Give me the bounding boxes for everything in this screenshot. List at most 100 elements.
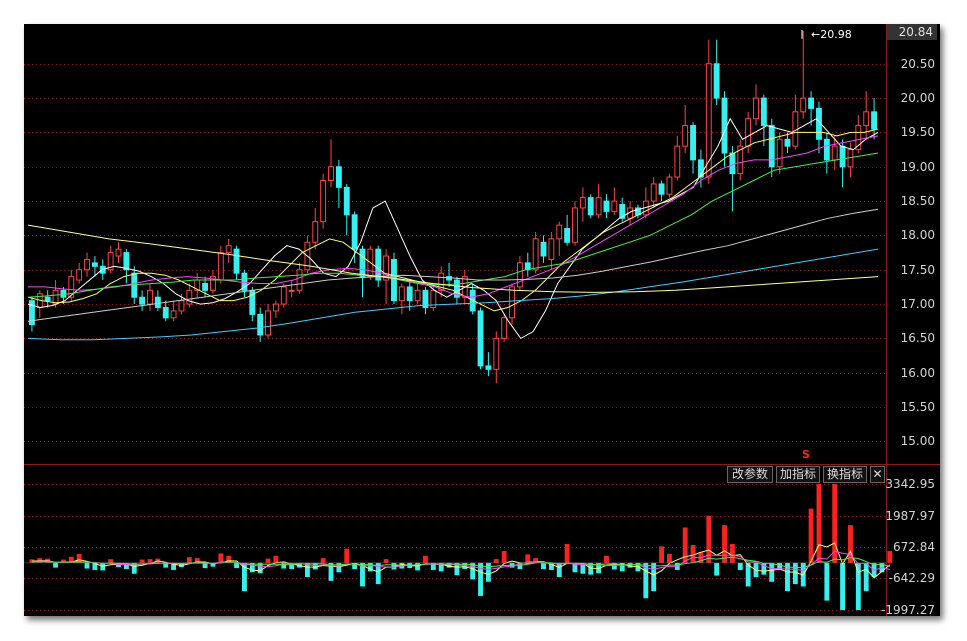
volume-bar bbox=[769, 562, 775, 582]
candle-body bbox=[658, 183, 665, 195]
volume-bar bbox=[556, 562, 562, 578]
candle-body bbox=[123, 252, 130, 271]
volume-bar bbox=[840, 562, 846, 611]
candle-body bbox=[359, 248, 366, 278]
candle-body bbox=[650, 183, 657, 202]
candle-body bbox=[808, 97, 815, 109]
volume-bar bbox=[139, 559, 145, 563]
volume-bar bbox=[792, 562, 798, 585]
volume-bar bbox=[855, 562, 861, 610]
volume-bar bbox=[714, 562, 720, 576]
volume-bar bbox=[659, 546, 665, 563]
candle-body bbox=[532, 238, 539, 271]
candle-body bbox=[170, 310, 177, 319]
candle-body bbox=[729, 152, 736, 175]
volume-bar bbox=[729, 543, 735, 563]
kline-chart[interactable] bbox=[24, 24, 940, 616]
volume-bar bbox=[84, 562, 90, 569]
candle-body bbox=[288, 289, 295, 292]
candle-body bbox=[44, 296, 51, 302]
candle-body bbox=[721, 97, 728, 154]
candle-body bbox=[202, 282, 209, 291]
candle-body bbox=[745, 118, 752, 147]
candle-body bbox=[564, 228, 571, 243]
candle-body bbox=[375, 248, 382, 281]
candle-body bbox=[800, 97, 807, 113]
ma-line-ma250 bbox=[27, 224, 879, 293]
candle-body bbox=[871, 111, 878, 130]
volume-bar bbox=[147, 559, 153, 563]
candle-body bbox=[839, 145, 846, 168]
candle-body bbox=[501, 317, 508, 339]
candle-body bbox=[823, 138, 830, 161]
volume-bar bbox=[824, 562, 830, 601]
candle-body bbox=[312, 221, 319, 243]
sell-signal-marker: S bbox=[802, 448, 810, 461]
volume-bar bbox=[320, 558, 326, 563]
candle-body bbox=[666, 176, 673, 195]
candle-body bbox=[328, 166, 334, 181]
candle-body bbox=[784, 138, 791, 147]
candle-body bbox=[76, 269, 83, 281]
volume-tick-label: -1997.27 bbox=[881, 602, 935, 617]
candle-body bbox=[674, 145, 681, 178]
volume-oscillator-line bbox=[31, 556, 890, 568]
candle-body bbox=[178, 300, 185, 312]
candle-body bbox=[603, 200, 610, 212]
high-arrow-icon: ← bbox=[811, 28, 821, 41]
candle-body bbox=[91, 262, 98, 267]
add-indicator-button[interactable]: 加指标 bbox=[776, 466, 820, 483]
candle-body bbox=[548, 238, 555, 260]
volume-bar bbox=[627, 562, 633, 568]
volume-bar bbox=[273, 555, 279, 563]
volume-axis: 3342.95 1987.97 672.84 -642.29 -1997.27 bbox=[881, 24, 940, 617]
candle-body bbox=[186, 289, 193, 305]
volume-tick-label: 3342.95 bbox=[885, 476, 935, 491]
volume-bar bbox=[737, 562, 743, 570]
candle-body bbox=[682, 125, 689, 147]
stock-chart-window[interactable]: 20.84 20.50 20.00 19.50 19.00 18.50 18.00 17.5… bbox=[24, 24, 940, 616]
candle-body bbox=[343, 186, 350, 216]
volume-bar bbox=[666, 553, 672, 563]
ma-line-ma20 bbox=[28, 135, 879, 298]
candle-body bbox=[768, 125, 775, 168]
ma-line-ma30 bbox=[27, 152, 879, 298]
candle-body bbox=[493, 337, 500, 370]
candle-body bbox=[705, 63, 712, 178]
high-price-annotation: ←20.98 bbox=[811, 28, 852, 41]
candle-body bbox=[540, 241, 547, 257]
candle-body bbox=[257, 313, 264, 336]
candle-body bbox=[477, 310, 484, 367]
candle-body bbox=[320, 179, 327, 223]
volume-bar bbox=[485, 562, 491, 582]
volume-bar bbox=[690, 544, 696, 563]
volume-bar bbox=[722, 525, 727, 563]
candle-body bbox=[115, 248, 122, 257]
candle-body bbox=[753, 97, 759, 120]
candle-body bbox=[335, 166, 342, 188]
candle-body bbox=[572, 207, 578, 243]
candle-body bbox=[139, 296, 146, 305]
candle-body bbox=[516, 262, 523, 288]
volume-bar bbox=[564, 543, 570, 563]
candle-body bbox=[611, 200, 618, 212]
candle-body bbox=[225, 245, 232, 254]
candle-body bbox=[776, 138, 783, 168]
candle-body bbox=[760, 97, 767, 127]
volume-tick-label: 1987.97 bbox=[885, 508, 935, 523]
candle-body bbox=[398, 286, 405, 302]
volume-bar bbox=[53, 562, 58, 568]
volume-bar bbox=[344, 548, 350, 563]
candle-body bbox=[272, 303, 279, 312]
modify-params-button[interactable]: 改参数 bbox=[727, 466, 773, 483]
volume-bar bbox=[808, 508, 814, 563]
switch-indicator-button[interactable]: 换指标 bbox=[823, 466, 867, 483]
volume-bar bbox=[651, 562, 657, 592]
close-icon[interactable]: ✕ bbox=[870, 466, 885, 483]
candle-body bbox=[351, 214, 358, 250]
candle-body bbox=[147, 289, 153, 305]
candle-body bbox=[296, 269, 303, 291]
candle-body bbox=[233, 248, 240, 274]
high-price-value: 20.98 bbox=[820, 28, 852, 41]
candle-body bbox=[154, 296, 161, 309]
